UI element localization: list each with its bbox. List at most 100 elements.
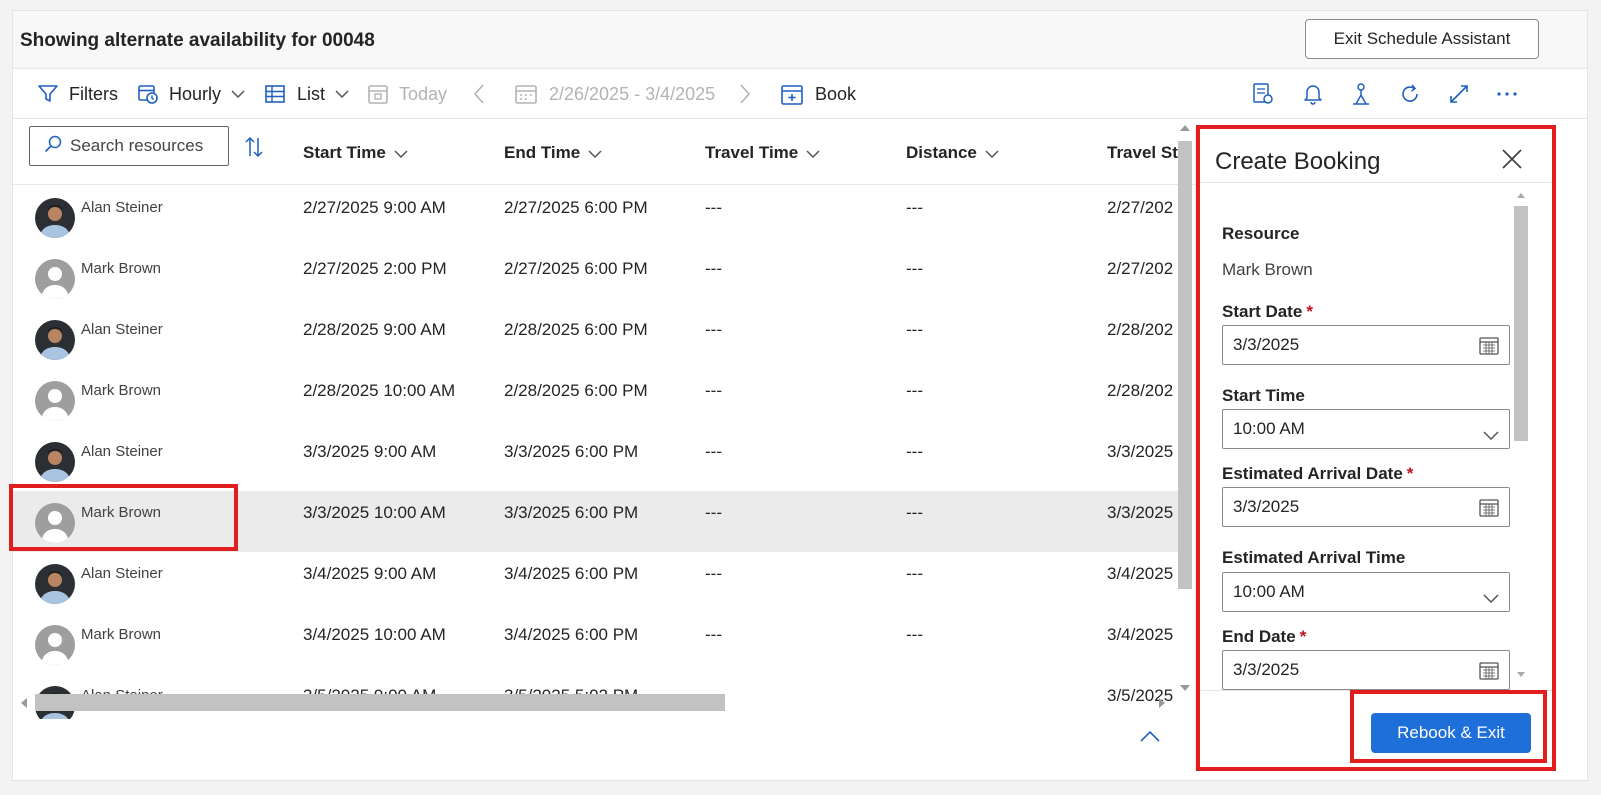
person-pin-icon[interactable] <box>1343 69 1379 119</box>
book-label: Book <box>815 83 857 104</box>
end-time-cell: 2/27/2025 6:00 PM <box>504 198 648 217</box>
start-time-select[interactable]: 10:00 AM <box>1222 409 1510 449</box>
grid-horizontal-scroll-thumb[interactable] <box>35 694 725 711</box>
scroll-down-icon[interactable] <box>1517 672 1525 677</box>
avatar <box>35 442 75 482</box>
toolbar: Filters Hourly List Today 2/26/2025 - 3/… <box>13 69 1587 119</box>
map-icon[interactable] <box>1245 69 1281 119</box>
chevron-down-icon <box>1483 588 1499 608</box>
arrival-time-value: 10:00 AM <box>1233 582 1305 601</box>
end-time-header-label: End Time <box>504 143 581 162</box>
column-header-distance[interactable]: Distance <box>906 143 999 163</box>
panel-scrollbar[interactable] <box>1514 190 1528 690</box>
chevron-up-icon[interactable] <box>1139 729 1161 748</box>
travel-start-cell: 3/4/2025 <box>1107 625 1174 644</box>
header-bar: Showing alternate availability for 00048… <box>13 11 1587 69</box>
today-button[interactable]: Today <box>367 69 447 119</box>
previous-range-button[interactable] <box>473 69 485 119</box>
refresh-icon[interactable] <box>1392 69 1428 119</box>
bell-icon[interactable] <box>1295 69 1331 119</box>
end-date-label: End Date * <box>1222 627 1306 647</box>
filter-icon <box>37 83 59 105</box>
calendar-icon[interactable] <box>1479 661 1499 686</box>
start-time-value: 10:00 AM <box>1233 419 1305 438</box>
calendar-clock-icon <box>137 83 159 105</box>
avatar <box>35 320 75 360</box>
travel-time-cell: --- <box>705 625 722 644</box>
calendar-today-icon <box>367 83 389 105</box>
resource-name: Alan Steiner <box>81 199 163 216</box>
table-row[interactable]: Alan Steiner 2/28/2025 9:00 AM 2/28/2025 6… <box>13 308 1179 369</box>
avatar <box>35 198 75 238</box>
close-icon[interactable] <box>1501 148 1523 175</box>
arrival-time-label: Estimated Arrival Time <box>1222 548 1406 567</box>
calendar-icon[interactable] <box>1479 336 1499 361</box>
resource-name: Mark Brown <box>81 260 162 277</box>
book-button[interactable]: Book <box>781 69 856 119</box>
start-date-field[interactable]: 3/3/2025 <box>1222 325 1510 365</box>
table-icon <box>265 85 285 103</box>
list-view-dropdown[interactable]: List <box>265 69 349 119</box>
panel-scroll-thumb[interactable] <box>1514 206 1528 441</box>
chevron-down-icon <box>580 143 602 163</box>
scroll-right-icon[interactable] <box>1159 698 1165 708</box>
table-row[interactable]: Alan Steiner 3/3/2025 9:00 AM 3/3/2025 6:0… <box>13 430 1179 491</box>
more-icon[interactable] <box>1489 69 1525 119</box>
expand-icon[interactable] <box>1441 69 1477 119</box>
avatar <box>35 625 75 665</box>
search-resources-input[interactable]: Search resources <box>29 126 229 166</box>
calendar-icon[interactable] <box>1479 498 1499 523</box>
scroll-up-icon[interactable] <box>1517 193 1525 198</box>
date-range-label: 2/26/2025 - 3/4/2025 <box>549 83 716 104</box>
required-indicator: * <box>1299 627 1307 646</box>
chevron-down-icon <box>1483 425 1499 445</box>
grid-horizontal-scrollbar[interactable] <box>13 691 1174 715</box>
rebook-exit-button[interactable]: Rebook & Exit <box>1371 713 1531 753</box>
resource-name: Alan Steiner <box>81 443 163 460</box>
table-row[interactable]: Mark Brown 3/4/2025 10:00 AM 3/4/2025 6:00… <box>13 613 1179 674</box>
start-time-cell: 2/28/2025 10:00 AM <box>303 381 456 400</box>
column-header-end-time[interactable]: End Time <box>504 143 602 163</box>
chevron-left-icon <box>473 84 485 104</box>
arrival-date-field[interactable]: 3/3/2025 <box>1222 487 1510 527</box>
arrival-date-label-text: Estimated Arrival Date <box>1222 464 1403 483</box>
filters-button[interactable]: Filters <box>37 69 118 119</box>
table-row[interactable]: Mark Brown 2/28/2025 10:00 AM 2/28/2025 6:… <box>13 369 1179 430</box>
resource-name: Mark Brown <box>81 504 162 521</box>
hourly-dropdown[interactable]: Hourly <box>137 69 245 119</box>
avatar <box>35 381 75 421</box>
travel-start-cell: 2/27/202 <box>1107 198 1174 217</box>
sort-icon[interactable] <box>244 136 264 163</box>
scroll-up-icon[interactable] <box>1180 125 1190 131</box>
chevron-down-icon <box>977 143 999 163</box>
travel-start-cell: 3/4/2025 <box>1107 564 1174 583</box>
start-date-label-text: Start Date <box>1222 302 1303 321</box>
column-header-travel-time[interactable]: Travel Time <box>705 143 820 163</box>
table-row[interactable]: Mark Brown 2/27/2025 2:00 PM 2/27/2025 6:0… <box>13 247 1179 308</box>
avatar <box>35 503 75 543</box>
required-indicator: * <box>1306 302 1313 321</box>
scroll-down-icon[interactable] <box>1180 685 1190 691</box>
chevron-down-icon <box>335 90 349 98</box>
travel-time-cell: --- <box>705 564 722 583</box>
column-header-start-time[interactable]: Start Time <box>303 143 408 163</box>
avatar <box>35 259 75 299</box>
date-range-picker[interactable]: 2/26/2025 - 3/4/2025 <box>515 69 715 119</box>
arrival-time-select[interactable]: 10:00 AM <box>1222 572 1510 612</box>
next-range-button[interactable] <box>739 69 751 119</box>
exit-schedule-assistant-button[interactable]: Exit Schedule Assistant <box>1305 19 1539 59</box>
travel-start-cell: 2/28/202 <box>1107 381 1174 400</box>
end-time-cell: 3/4/2025 6:00 PM <box>504 625 639 644</box>
scroll-left-icon[interactable] <box>21 698 27 708</box>
start-time-label: Start Time <box>1222 386 1305 405</box>
end-date-field[interactable]: 3/3/2025 <box>1222 650 1510 690</box>
table-row[interactable]: Mark Brown 3/3/2025 10:00 AM 3/3/2025 6:00… <box>13 491 1179 552</box>
grid-vertical-scroll-thumb[interactable] <box>1178 141 1192 589</box>
table-row[interactable]: Alan Steiner 2/27/2025 9:00 AM 2/27/2025 6… <box>13 186 1179 247</box>
start-date-label: Start Date * <box>1222 302 1313 322</box>
table-row[interactable]: Alan Steiner 3/4/2025 9:00 AM 3/4/2025 6:0… <box>13 552 1179 613</box>
grid-vertical-scrollbar[interactable] <box>1174 119 1196 699</box>
distance-header-label: Distance <box>906 143 977 162</box>
page-title: Showing alternate availability for 00048 <box>20 30 375 51</box>
start-time-cell: 3/4/2025 9:00 AM <box>303 564 437 583</box>
